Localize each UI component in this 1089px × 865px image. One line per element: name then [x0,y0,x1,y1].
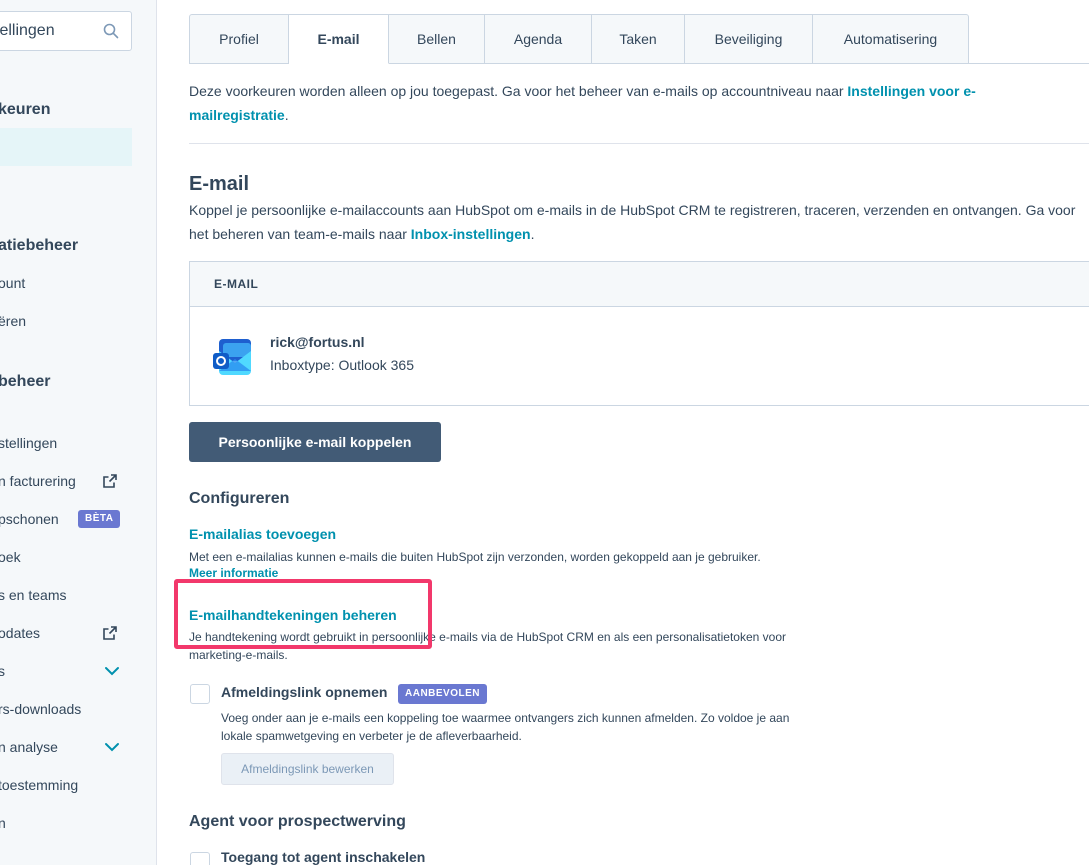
sidebar-item-phonebook[interactable]: oek [0,549,21,565]
sidebar-item-general-active[interactable] [0,128,132,166]
email-section-title: E-mail [189,173,250,195]
tab-tasks[interactable]: Taken [592,14,685,64]
add-email-alias-link[interactable]: E-mailalias toevoegen [189,526,336,542]
sidebar-item-cleanup[interactable]: pschonen [0,511,59,527]
tab-profile[interactable]: Profiel [189,14,289,64]
sidebar-item-integrations[interactable]: ëren [0,313,26,329]
external-link-icon [103,474,117,488]
unsubscribe-link-checkbox[interactable] [190,684,210,704]
settings-search-input[interactable]: tellingen [0,11,132,51]
email-section-description: Koppel je persoonlijke e-mailaccounts aa… [189,198,1089,246]
settings-sidebar: tellingen keuren atiebeheer ount ëren be… [0,0,157,865]
sidebar-item-downloads[interactable]: rs-downloads [0,701,81,717]
sidebar-item-updates[interactable]: odates [0,625,40,641]
email-accounts-table: E-MAIL rick@fortus.nl Inboxtype: Outlook… [189,261,1089,406]
edit-unsubscribe-link-button[interactable]: Afmeldingslink bewerken [221,753,394,785]
sidebar-heading-data-management: beheer [0,373,51,390]
account-inbox-type: Inboxtype: Outlook 365 [270,357,414,373]
sidebar-item-settings[interactable]: stellingen [0,435,57,451]
sidebar-item-other[interactable]: n [0,815,6,831]
sidebar-heading-account-management: atiebeheer [0,237,79,254]
section-divider [189,143,1089,144]
email-desc-text: Koppel je persoonlijke e-mailaccounts aa… [189,202,1076,242]
agent-access-label[interactable]: Toegang tot agent inschakelen [221,849,425,865]
tab-email[interactable]: E-mail [289,14,389,64]
sidebar-item-account[interactable]: ount [0,275,25,291]
recommended-badge: AANBEVOLEN [398,684,488,704]
intro-end: . [284,107,289,123]
settings-tabs: Profiel E-mail Bellen Agenda Taken Bevei… [189,14,969,64]
unsubscribe-link-label[interactable]: Afmeldingslink opnemen [221,684,387,700]
sidebar-item-consent[interactable]: toestemming [0,777,78,793]
configure-section-title: Configureren [189,490,290,507]
tab-calendar[interactable]: Agenda [485,14,592,64]
tab-calling[interactable]: Bellen [389,14,485,64]
sidebar-item-billing[interactable]: n facturering [0,473,76,489]
preferences-intro: Deze voorkeuren worden alleen op jou toe… [189,79,1049,127]
external-link-icon [103,626,117,640]
connect-personal-email-button[interactable]: Persoonlijke e-mail koppelen [189,422,441,462]
highlight-annotation [174,579,432,649]
email-alias-description: Met een e-mailalias kunnen e-mails die b… [189,550,761,564]
account-email-address: rick@fortus.nl [270,334,365,350]
search-icon[interactable] [103,23,119,39]
agent-access-checkbox[interactable] [190,852,210,865]
chevron-down-icon[interactable] [104,663,120,679]
email-desc-end: . [530,226,535,242]
prospecting-agent-title: Agent voor prospectwerving [189,813,406,830]
sidebar-item-users-teams[interactable]: s en teams [0,587,66,603]
intro-text: Deze voorkeuren worden alleen op jou toe… [189,83,848,99]
chevron-down-icon[interactable] [104,739,120,755]
tabs-baseline [968,63,1089,64]
sidebar-item-objects[interactable]: s [0,663,5,679]
table-header-email: E-MAIL [190,262,1089,307]
tab-security[interactable]: Beveiliging [685,14,813,64]
sidebar-heading-preferences: keuren [0,101,51,118]
unsubscribe-link-description: Voeg onder aan je e-mails een koppeling … [221,711,790,743]
search-input-value[interactable]: tellingen [0,22,55,40]
sidebar-item-analysis[interactable]: n analyse [0,739,58,755]
outlook-icon [213,339,251,375]
inbox-settings-link[interactable]: Inbox-instellingen [411,226,531,242]
tab-automation[interactable]: Automatisering [813,14,969,64]
more-info-link[interactable]: Meer informatie [189,566,278,580]
beta-badge: BÈTA [78,510,121,528]
